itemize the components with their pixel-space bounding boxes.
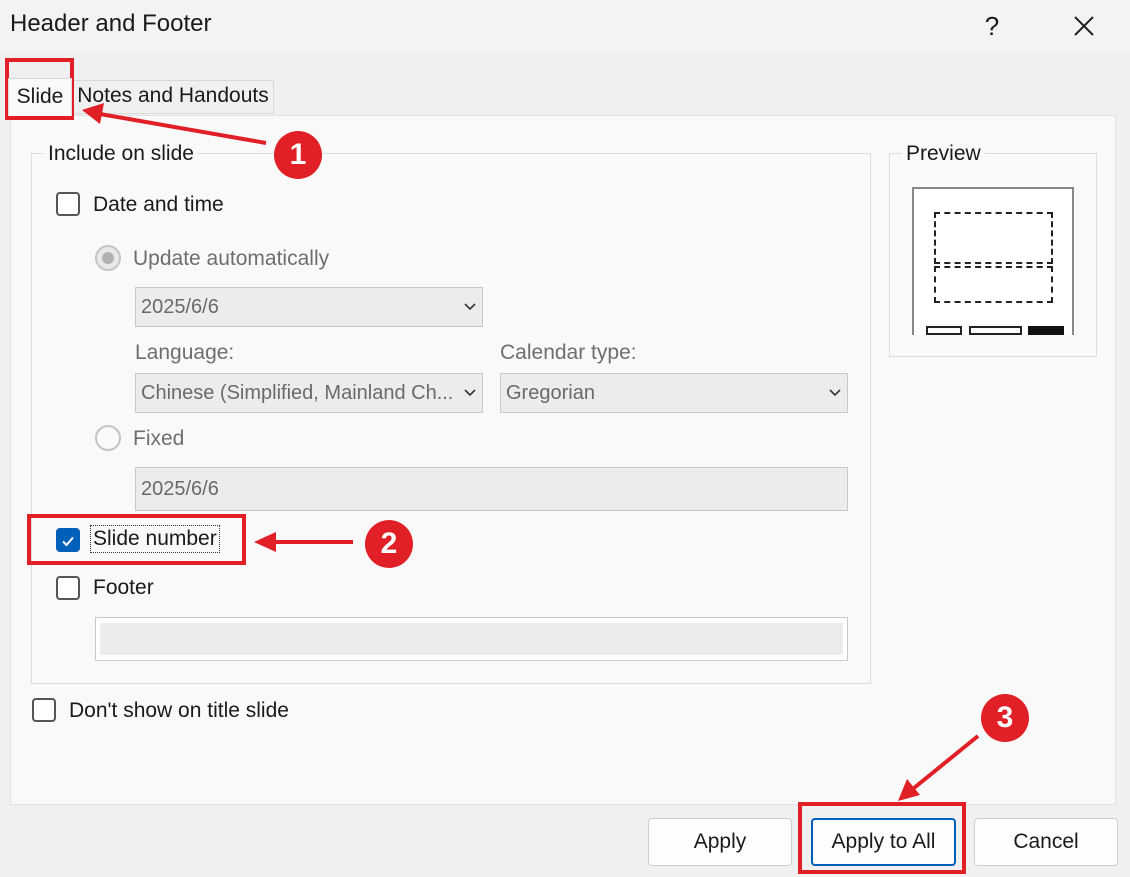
- include-on-slide-legend: Include on slide: [44, 142, 198, 166]
- help-button[interactable]: ?: [972, 6, 1012, 46]
- footer-label: Footer: [93, 576, 154, 599]
- annotation-badge-1: 1: [274, 131, 322, 179]
- chevron-down-icon: [829, 389, 841, 397]
- preview-legend: Preview: [902, 142, 985, 166]
- cancel-button[interactable]: Cancel: [974, 818, 1118, 866]
- annotation-badge-2: 2: [365, 520, 413, 568]
- fixed-label: Fixed: [133, 427, 185, 450]
- calendar-type-label: Calendar type:: [500, 341, 637, 364]
- calendar-type-value: Gregorian: [506, 382, 595, 404]
- footer-input[interactable]: [95, 617, 848, 661]
- dont-show-on-title-slide-label: Don't show on title slide: [69, 699, 289, 722]
- footer-input-value: [100, 623, 843, 655]
- language-value: Chinese (Simplified, Mainland Ch...: [141, 382, 454, 404]
- chevron-down-icon: [464, 389, 476, 397]
- update-automatically-radio[interactable]: [95, 245, 121, 271]
- tab-slide[interactable]: Slide: [8, 78, 72, 116]
- apply-button[interactable]: Apply: [648, 818, 792, 866]
- slide-number-checkbox[interactable]: [56, 528, 80, 552]
- preview-footer-placeholder: [969, 326, 1022, 335]
- date-time-label: Date and time: [93, 193, 224, 216]
- footer-checkbox[interactable]: [56, 576, 80, 600]
- dialog-title: Header and Footer: [10, 10, 212, 37]
- close-button[interactable]: [1062, 6, 1106, 46]
- tab-notes-and-handouts[interactable]: Notes and Handouts: [72, 80, 274, 114]
- dont-show-on-title-slide-checkbox[interactable]: [32, 698, 56, 722]
- date-time-checkbox[interactable]: [56, 192, 80, 216]
- date-format-value: 2025/6/6: [141, 296, 219, 318]
- update-automatically-label: Update automatically: [133, 247, 330, 270]
- fixed-radio[interactable]: [95, 425, 121, 451]
- calendar-type-select[interactable]: Gregorian: [500, 373, 848, 413]
- checkmark-icon: [62, 536, 74, 547]
- annotation-badge-3: 3: [981, 694, 1029, 742]
- apply-to-all-button[interactable]: Apply to All: [811, 818, 956, 866]
- fixed-date-input[interactable]: 2025/6/6: [135, 467, 848, 511]
- include-on-slide-group: [31, 153, 871, 684]
- close-icon: [1074, 16, 1094, 36]
- preview-slide-thumbnail: [912, 187, 1074, 335]
- preview-date-placeholder: [926, 326, 962, 335]
- chevron-down-icon: [464, 303, 476, 311]
- preview-content-placeholder: [934, 266, 1053, 303]
- language-select[interactable]: Chinese (Simplified, Mainland Ch...: [135, 373, 483, 413]
- preview-title-placeholder: [934, 212, 1053, 264]
- date-format-select[interactable]: 2025/6/6: [135, 287, 483, 327]
- preview-slide-number-placeholder: [1028, 326, 1064, 335]
- language-label: Language:: [135, 341, 235, 364]
- slide-number-label: Slide number: [90, 525, 220, 553]
